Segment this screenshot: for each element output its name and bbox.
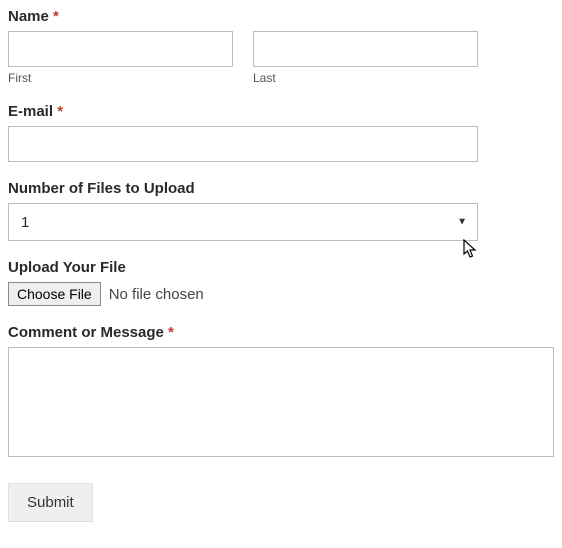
files-count-label: Number of Files to Upload (8, 180, 554, 197)
comment-field: Comment or Message * (8, 324, 554, 457)
email-input[interactable] (8, 126, 478, 162)
name-label: Name * (8, 8, 554, 25)
choose-file-button[interactable]: Choose File (8, 282, 101, 306)
file-status-text: No file chosen (109, 286, 204, 303)
first-name-col: First (8, 31, 233, 85)
last-name-input[interactable] (253, 31, 478, 67)
email-field: E-mail * (8, 103, 554, 162)
required-asterisk: * (168, 324, 174, 341)
files-count-field: Number of Files to Upload 1 ▼ (8, 180, 554, 241)
upload-label: Upload Your File (8, 259, 554, 276)
files-count-select[interactable]: 1 ▼ (8, 203, 478, 241)
last-name-sublabel: Last (253, 71, 478, 85)
chevron-down-icon: ▼ (457, 217, 467, 228)
upload-field: Upload Your File Choose File No file cho… (8, 259, 554, 306)
comment-label-text: Comment or Message (8, 324, 164, 341)
name-inputs-row: First Last (8, 31, 478, 85)
submit-row: Submit (8, 483, 554, 522)
comment-label: Comment or Message * (8, 324, 554, 341)
name-field: Name * First Last (8, 8, 554, 85)
file-input-row: Choose File No file chosen (8, 282, 554, 306)
first-name-input[interactable] (8, 31, 233, 67)
files-count-selected-value: 1 (21, 214, 29, 231)
email-label: E-mail * (8, 103, 554, 120)
name-label-text: Name (8, 8, 49, 25)
required-asterisk: * (57, 103, 63, 120)
required-asterisk: * (53, 8, 59, 25)
email-label-text: E-mail (8, 103, 53, 120)
comment-textarea[interactable] (8, 347, 554, 457)
submit-button[interactable]: Submit (8, 483, 93, 522)
mouse-cursor-icon (463, 239, 479, 259)
last-name-col: Last (253, 31, 478, 85)
first-name-sublabel: First (8, 71, 233, 85)
